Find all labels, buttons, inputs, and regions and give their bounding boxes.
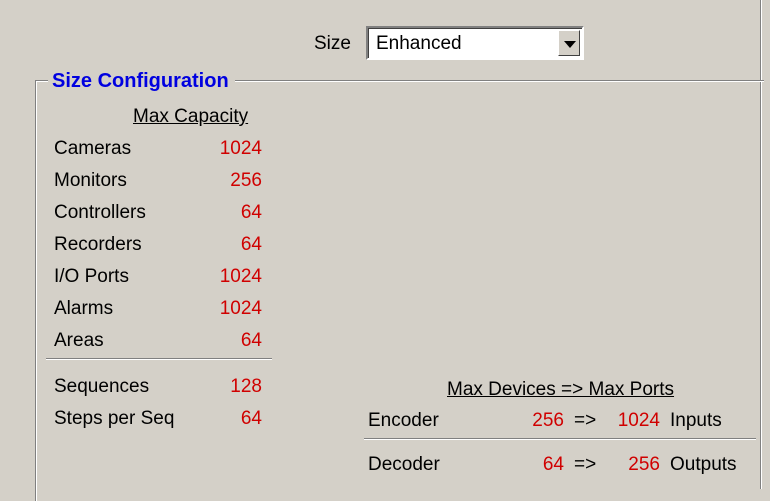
capacity-label: Cameras	[54, 138, 132, 159]
capacity-label: Recorders	[54, 234, 142, 255]
port-type: Outputs	[670, 454, 737, 475]
capacity-divider	[46, 358, 272, 360]
arrow-text: =>	[574, 454, 597, 475]
arrow-text: =>	[574, 410, 597, 431]
sequence-label: Steps per Seq	[54, 408, 175, 429]
dropdown-button[interactable]	[558, 30, 580, 56]
sequence-label: Sequences	[54, 376, 150, 397]
devices-divider	[364, 438, 756, 440]
device-count: 64	[542, 454, 564, 475]
size-label: Size	[314, 33, 351, 54]
chevron-down-icon	[564, 41, 576, 48]
capacity-value: 1024	[219, 266, 262, 287]
size-dropdown-value: Enhanced	[376, 33, 462, 54]
capacity-label: I/O Ports	[54, 266, 129, 287]
max-devices-header: Max Devices => Max Ports	[447, 379, 675, 400]
capacity-label: Controllers	[54, 202, 146, 223]
device-count: 256	[532, 410, 564, 431]
capacity-value: 64	[240, 202, 262, 223]
sequence-value: 128	[230, 376, 262, 397]
sequence-value: 64	[240, 408, 262, 429]
capacity-value: 1024	[219, 138, 262, 159]
port-count: 1024	[617, 410, 660, 431]
device-label: Encoder	[368, 410, 439, 431]
capacity-label: Monitors	[54, 170, 127, 191]
size-dropdown[interactable]: Enhanced	[366, 26, 584, 60]
capacity-label: Alarms	[54, 298, 114, 319]
port-count: 256	[628, 454, 660, 475]
capacity-value: 64	[240, 234, 262, 255]
capacity-value: 64	[240, 330, 262, 351]
group-title: Size Configuration	[48, 70, 235, 93]
max-capacity-header: Max Capacity	[133, 106, 249, 127]
capacity-label: Areas	[54, 330, 104, 351]
capacity-value: 256	[230, 170, 262, 191]
port-type: Inputs	[670, 410, 722, 431]
device-label: Decoder	[368, 454, 440, 475]
capacity-value: 1024	[219, 298, 262, 319]
